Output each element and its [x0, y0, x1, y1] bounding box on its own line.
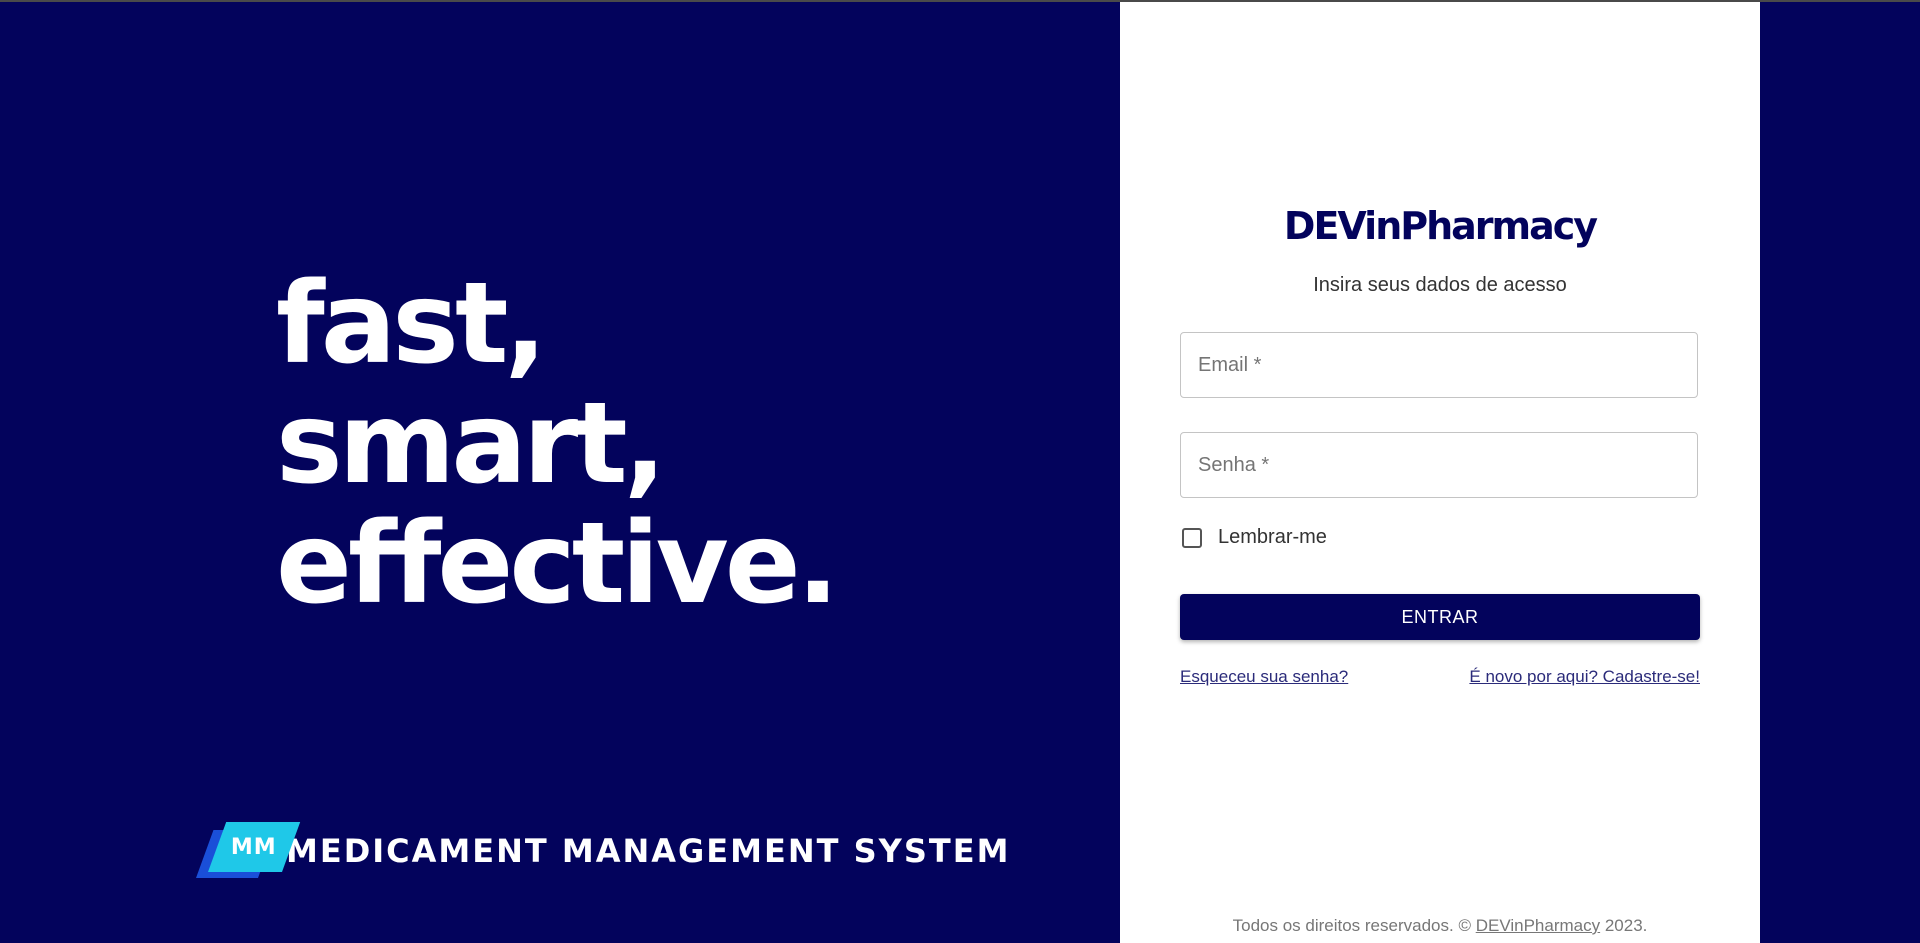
- forgot-password-link[interactable]: Esqueceu sua senha?: [1180, 667, 1348, 687]
- brand-footer: MM MEDICAMENT MANAGEMENT SYSTEM: [196, 822, 1010, 880]
- footer-suffix: 2023.: [1600, 916, 1648, 935]
- email-field: [1180, 332, 1698, 398]
- logo-text: MM: [231, 834, 277, 860]
- login-button[interactable]: ENTRAR: [1180, 594, 1700, 640]
- footer-brand-link[interactable]: DEVinPharmacy: [1476, 916, 1600, 935]
- login-subtitle: Insira seus dados de acesso: [1313, 274, 1567, 296]
- email-input[interactable]: [1181, 333, 1697, 397]
- copyright-footer: Todos os direitos reservados. © DEVinPha…: [1120, 916, 1760, 936]
- remember-me-label[interactable]: Lembrar-me: [1218, 526, 1327, 549]
- mm-logo-icon: MM: [196, 822, 301, 880]
- slogan-line-2: smart,: [276, 379, 666, 509]
- password-input[interactable]: [1181, 433, 1697, 497]
- right-background-strip: [1760, 2, 1920, 943]
- app-title: DEVinPharmacy: [1283, 204, 1598, 248]
- slogan-line-3: effective.: [276, 499, 839, 629]
- remember-me[interactable]: Lembrar-me: [1180, 526, 1327, 549]
- remember-me-checkbox[interactable]: [1182, 527, 1202, 548]
- hero-slogan: fast, smart, effective.: [276, 259, 839, 629]
- footer-prefix: Todos os direitos reservados. ©: [1232, 916, 1476, 935]
- login-panel: DEVinPharmacy Insira seus dados de acess…: [1120, 2, 1760, 943]
- slogan-line-1: fast,: [276, 259, 547, 389]
- register-link[interactable]: É novo por aqui? Cadastre-se!: [1469, 667, 1700, 687]
- password-field: [1180, 432, 1698, 498]
- brand-name: MEDICAMENT MANAGEMENT SYSTEM: [286, 832, 1011, 870]
- hero-panel: fast, smart, effective. MM MEDICAMENT MA…: [0, 2, 1120, 943]
